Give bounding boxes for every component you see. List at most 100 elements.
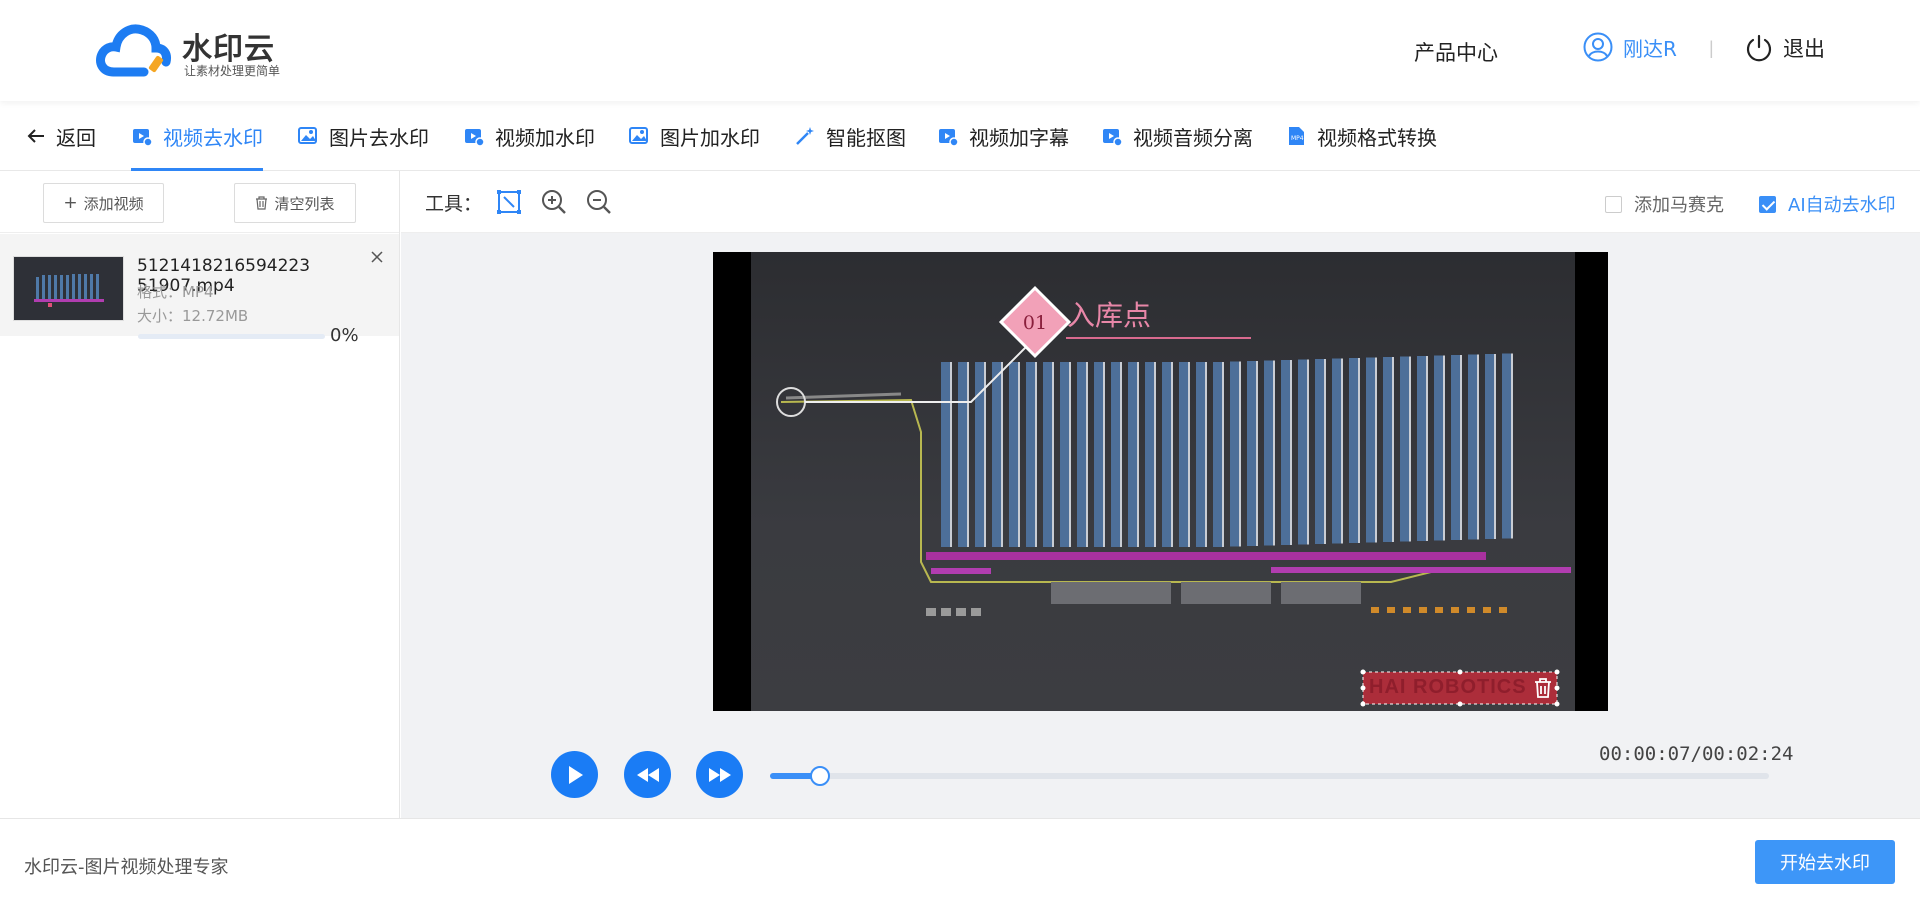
arrow-left-icon (27, 129, 44, 143)
video-preview[interactable]: 01 入库点 HAI ROBOTICS (713, 252, 1608, 711)
tab-image-add-watermark[interactable]: 图片加水印 (628, 101, 760, 171)
rack-rail (1273, 360, 1275, 546)
rack-rail (1137, 362, 1139, 547)
rack-column (958, 362, 967, 547)
rack-column (941, 362, 950, 547)
rack-column (1332, 358, 1341, 544)
rack-rail (1171, 362, 1173, 547)
back-button[interactable]: 返回 (26, 101, 96, 171)
rack-column (1162, 362, 1171, 547)
editor-area: 工具： 添加马赛克 AI自动去水印 01 入库点 HAI ROBOTICS 00… (401, 171, 1920, 818)
rack-column (1230, 361, 1239, 547)
rack-rail (1188, 362, 1190, 547)
seek-bar[interactable] (770, 766, 1769, 786)
tab-video-add-watermark[interactable]: 视频加水印 (463, 101, 595, 171)
video-frame: 01 入库点 HAI ROBOTICS (751, 252, 1575, 711)
magic-wand-icon (796, 127, 814, 145)
rack-rail (1222, 362, 1224, 547)
seek-handle[interactable] (809, 766, 830, 786)
rack-column (1434, 355, 1443, 541)
video-icon (1103, 129, 1123, 147)
rack-rail (1477, 354, 1479, 540)
clear-list-button[interactable]: 清空列表 (234, 183, 356, 223)
rack-rail (1443, 355, 1445, 541)
footer-brand-text: 水印云-图片视频处理专家 (24, 857, 229, 878)
zoom-in-icon[interactable] (540, 188, 568, 216)
tab-video-audio-split[interactable]: 视频音频分离 (1101, 101, 1253, 171)
tab-label: 视频加水印 (495, 125, 595, 150)
rack-rail (1494, 354, 1496, 539)
add-video-button[interactable]: + 添加视频 (43, 183, 164, 223)
tab-label: 图片去水印 (329, 125, 429, 150)
select-area-icon[interactable] (495, 188, 523, 216)
mp4-file-icon: MP4 (1289, 127, 1304, 145)
tools-label: 工具： (425, 193, 483, 215)
rack-rail (1324, 359, 1326, 544)
username: 刚达R (1623, 36, 1677, 61)
tab-label: 视频去水印 (163, 125, 263, 150)
tab-smart-cutout[interactable]: 智能抠图 (794, 101, 906, 171)
rewind-icon (636, 767, 659, 782)
rack-column (1485, 354, 1494, 539)
rack-column (992, 362, 1001, 547)
logo-subtitle: 让素材处理更简单 (184, 64, 281, 78)
rack-column (1298, 359, 1307, 545)
rack-column (1009, 362, 1018, 547)
logout-button[interactable]: 退出 (1745, 33, 1825, 63)
rack-column (1060, 362, 1069, 547)
tools-bar: 工具： 添加马赛克 AI自动去水印 (401, 171, 1920, 233)
rack-column (1026, 362, 1035, 547)
rack-column (1349, 358, 1358, 543)
playback-time: 00:00:07/00:02:24 (1599, 743, 1794, 765)
play-button[interactable] (551, 751, 598, 798)
rack-column (1383, 357, 1392, 542)
rack-column (1094, 362, 1103, 547)
rack-rail (1290, 360, 1292, 545)
delete-watermark-button[interactable] (1532, 677, 1554, 699)
rack-rail (1035, 362, 1037, 547)
product-center-link[interactable]: 产品中心 (1414, 37, 1498, 67)
trash-icon (256, 196, 268, 210)
ai-auto-remove-checkbox[interactable]: AI自动去水印 (1759, 191, 1896, 217)
rack-rail (1086, 362, 1088, 547)
remove-file-button[interactable] (370, 248, 384, 269)
file-list-toolbar: + 添加视频 清空列表 (0, 171, 399, 233)
rack-column (1196, 362, 1205, 547)
rack-rail (1392, 357, 1394, 542)
fast-forward-button[interactable] (696, 751, 743, 798)
tab-label: 视频音频分离 (1133, 125, 1253, 150)
rack-column (1145, 362, 1154, 547)
rack-rail (1069, 362, 1071, 547)
tab-label: 视频格式转换 (1317, 125, 1437, 150)
rack-column (1400, 356, 1409, 542)
user-menu[interactable]: 刚达R (1583, 32, 1677, 62)
rack-rail (1154, 362, 1156, 547)
rewind-button[interactable] (624, 751, 671, 798)
tab-image-remove-watermark[interactable]: 图片去水印 (297, 101, 429, 171)
player-controls: 00:00:07/00:02:24 (401, 731, 1920, 818)
fast-forward-icon (708, 767, 731, 782)
checkbox-box (1605, 195, 1622, 213)
tab-video-format-convert[interactable]: MP4 视频格式转换 (1285, 101, 1437, 171)
file-list-item[interactable]: 5121418216594223​51907.mp4 格式：MP4 大小：12.… (0, 234, 399, 336)
callout-label: 入库点 (1067, 299, 1152, 332)
add-mosaic-checkbox[interactable]: 添加马赛克 (1605, 191, 1724, 217)
tab-label: 图片加水印 (660, 125, 760, 150)
image-icon (298, 127, 317, 144)
clear-list-label: 清空列表 (274, 194, 335, 213)
back-label: 返回 (56, 125, 96, 150)
file-progress-text: 0% (330, 325, 359, 346)
watermark-text: HAI ROBOTICS (1369, 676, 1527, 698)
rack-rail (1205, 362, 1207, 547)
zoom-out-icon[interactable] (585, 188, 613, 216)
logout-label: 退出 (1783, 37, 1825, 61)
start-remove-watermark-button[interactable]: 开始去水印 (1755, 840, 1895, 884)
rack-rail (1052, 362, 1054, 547)
logo[interactable]: 水印云 让素材处理更简单 (96, 22, 296, 80)
user-icon (1583, 32, 1613, 62)
top-header: 水印云 让素材处理更简单 产品中心 刚达R | 退出 (0, 0, 1920, 101)
file-size: 大小：12.72MB (137, 307, 249, 325)
rack-rail (1307, 359, 1309, 545)
tab-video-remove-watermark[interactable]: 视频去水印 (131, 101, 263, 171)
tab-video-subtitles[interactable]: 视频加字幕 (937, 101, 1069, 171)
